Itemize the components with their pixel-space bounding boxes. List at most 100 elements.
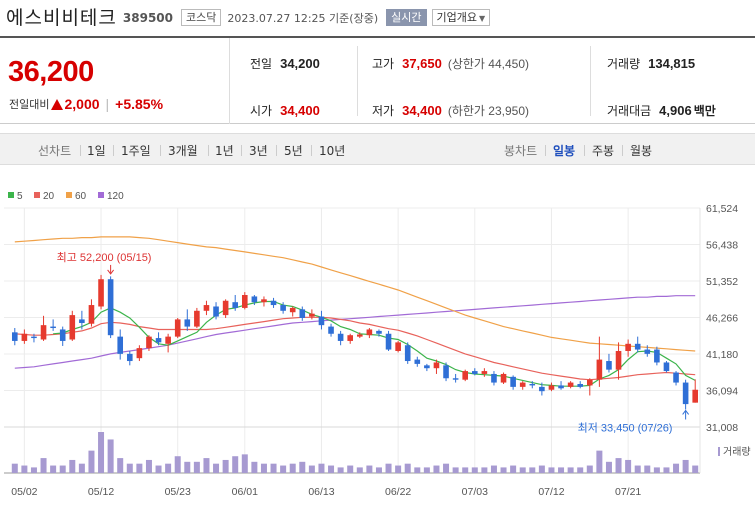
volume-bar <box>558 467 565 473</box>
chart-area[interactable]: 5 20 60 120 61,524 56,438 51,352 46,266 41,180 36… <box>0 165 755 515</box>
candle-monthly[interactable]: 월봉 <box>630 142 652 159</box>
volume-legend-swatch <box>718 447 720 456</box>
legend-label-20: 20 <box>43 191 55 202</box>
candle-body <box>299 309 306 318</box>
volume-bar <box>663 467 670 473</box>
candle-body <box>21 333 28 341</box>
candle-body <box>644 349 651 354</box>
stat-volume: 거래량 134,815 <box>607 55 695 72</box>
candle-body <box>155 338 162 343</box>
candle-weekly[interactable]: 주봉 <box>592 142 614 159</box>
candle-body <box>241 295 248 308</box>
period-5y[interactable]: 5년 <box>284 142 303 159</box>
volume-bar <box>280 465 287 473</box>
line-chart-label[interactable]: 선차트 <box>38 142 71 159</box>
candle-body <box>107 279 114 336</box>
volume-label: 거래량 <box>723 446 751 458</box>
candle-body <box>596 359 603 380</box>
candle-body <box>481 371 488 374</box>
candle-body <box>567 382 574 387</box>
candle-body <box>88 305 95 324</box>
current-price: 36,200 <box>8 56 94 88</box>
current-price-box: 36,200 전일대비 2,000 | +5.85% <box>0 38 230 124</box>
volume-bar <box>548 467 555 473</box>
volume-bar <box>500 467 507 473</box>
candle-body <box>385 333 392 350</box>
x-tick-label: 07/03 <box>462 486 488 498</box>
candle-body <box>443 365 449 379</box>
candle-body <box>452 378 459 380</box>
candle-body <box>433 362 440 369</box>
volume-bar <box>126 463 133 473</box>
x-tick-label: 06/01 <box>232 486 258 498</box>
volume-bar <box>318 463 325 473</box>
volume-bar <box>443 463 450 473</box>
period-1d[interactable]: 1일 <box>87 142 106 159</box>
y-tick-label: 51,352 <box>706 276 738 288</box>
candle-body <box>146 336 152 349</box>
divider <box>241 145 242 156</box>
stock-header: 에스비비테크 389500 코스닥 2023.07.27 12:25 기준(장중… <box>0 0 755 32</box>
candle-body <box>424 365 430 369</box>
candle-body <box>414 359 421 364</box>
volume-bar <box>519 467 526 473</box>
x-tick-label: 05/23 <box>165 486 191 498</box>
candle-body <box>663 362 670 372</box>
period-1w[interactable]: 1주일 <box>121 142 151 159</box>
divider <box>357 46 358 116</box>
period-1y[interactable]: 1년 <box>215 142 234 159</box>
volume-bar <box>462 467 469 473</box>
volume-bar <box>653 467 660 473</box>
candle-body <box>50 326 56 329</box>
candle-body <box>232 302 239 308</box>
x-tick-label: 07/21 <box>615 486 641 498</box>
candle-body <box>366 329 373 336</box>
change-percent: +5.85% <box>115 96 164 112</box>
volume-bar <box>433 465 440 473</box>
candle-body <box>500 373 507 383</box>
volume-bar <box>30 467 37 473</box>
divider <box>545 145 546 156</box>
divider <box>590 46 591 116</box>
volume-bar <box>69 459 76 473</box>
ma20-line <box>14 316 696 381</box>
candle-body <box>261 299 267 303</box>
volume-bar <box>510 465 517 473</box>
volume-bar <box>251 461 258 473</box>
price-stats: 전일 34,200 시가 34,400 고가 37,650 (상한가 44,45… <box>230 38 755 124</box>
divider <box>160 145 161 156</box>
candle-body <box>69 315 76 340</box>
candle-body <box>539 386 545 392</box>
candle-body <box>289 307 296 313</box>
stat-high: 고가 37,650 (상한가 44,450) <box>372 55 529 72</box>
candle-body <box>40 325 47 340</box>
y-tick-label: 56,438 <box>706 240 738 252</box>
candle-body <box>519 382 526 387</box>
volume-bar <box>98 432 105 473</box>
candle-body <box>98 279 104 307</box>
realtime-button[interactable]: 실시간 <box>386 8 427 26</box>
candle-body <box>31 336 37 339</box>
candle-daily[interactable]: 일봉 <box>553 142 575 159</box>
period-3y[interactable]: 3년 <box>249 142 268 159</box>
stock-code: 389500 <box>122 11 173 25</box>
volume-bar <box>423 467 430 473</box>
stock-chart[interactable]: 5 20 60 120 61,524 56,438 51,352 46,266 41,180 36… <box>0 165 755 515</box>
period-10y[interactable]: 10년 <box>319 142 345 159</box>
volume-bar <box>21 465 28 473</box>
chevron-down-icon: ▼ <box>478 13 486 23</box>
legend-swatch-20 <box>34 192 40 198</box>
volume-bar <box>165 463 172 473</box>
candle-body <box>136 348 143 359</box>
stat-open: 시가 34,400 <box>250 102 320 119</box>
volume-bar <box>308 465 315 473</box>
candle-body <box>606 361 612 370</box>
divider <box>80 145 81 156</box>
volume-bar <box>452 467 459 473</box>
low-label: 저가 <box>372 104 395 118</box>
period-3m[interactable]: 3개월 <box>168 142 198 159</box>
candle-chart-label[interactable]: 봉차트 <box>504 142 537 159</box>
prev-close-value: 34,200 <box>280 56 320 71</box>
company-overview-button[interactable]: 기업개요 ▼ <box>431 8 491 26</box>
x-tick-label: 05/02 <box>11 486 37 498</box>
